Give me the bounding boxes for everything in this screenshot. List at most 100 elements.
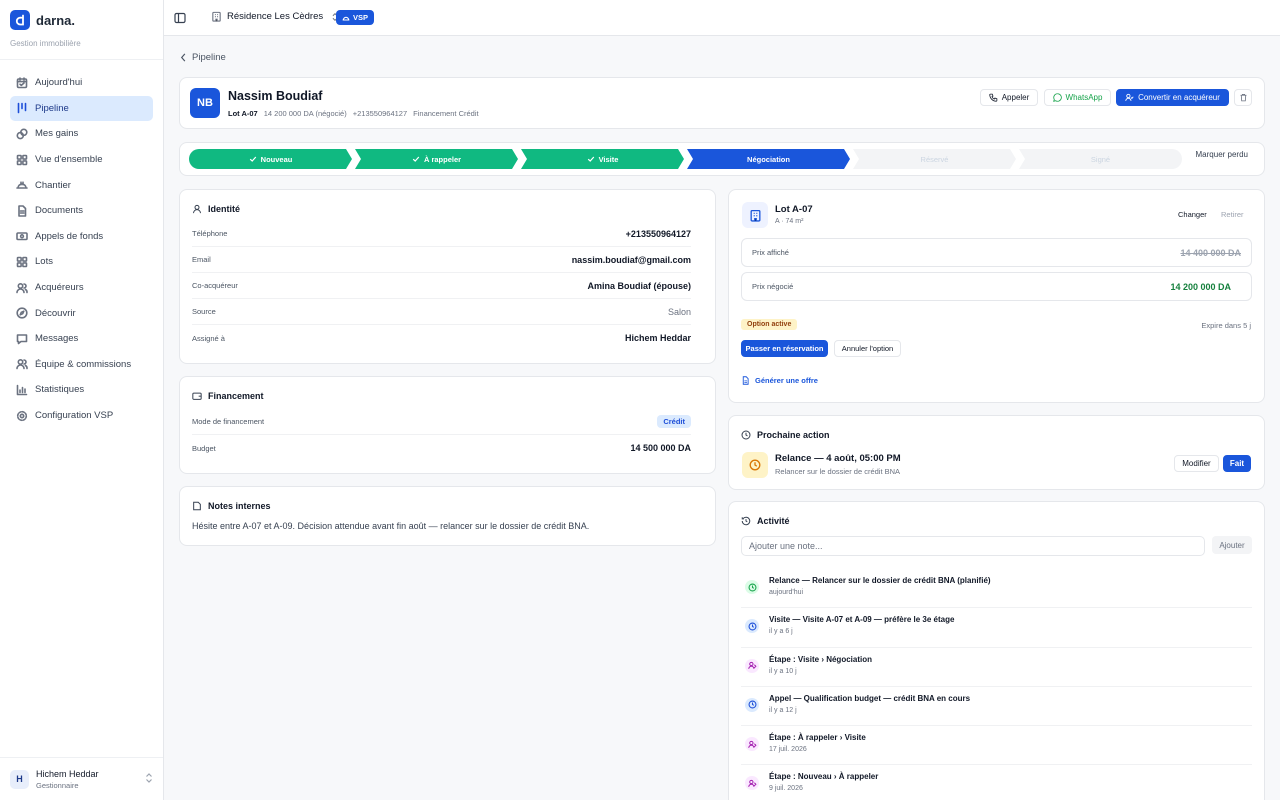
sidebar-item-pipeline[interactable]: Pipeline xyxy=(10,95,153,122)
sidebar-toggle-button[interactable] xyxy=(174,12,186,24)
activity-item: Relance — Relancer sur le dossier de cré… xyxy=(741,569,1252,609)
user-menu[interactable]: H Hichem Heddar Gestionnaire xyxy=(0,757,163,800)
convert-buyer-label: Convertir en acquéreur xyxy=(1138,93,1220,102)
financing-card: Financement Mode de financement Crédit Bu… xyxy=(179,376,716,474)
stage-step-visite[interactable]: Visite xyxy=(521,149,684,169)
sidebar-item-fund-calls[interactable]: Appels de fonds xyxy=(10,224,153,250)
sidebar-item-label: Messages xyxy=(35,333,79,345)
whatsapp-button[interactable]: WhatsApp xyxy=(1044,89,1111,106)
activity-item: Étape : Nouveau › À rappeler 9 juil. 202… xyxy=(741,765,1252,800)
sidebar-nav: Aujourd'hui Pipeline Mes gains Vue d'ens… xyxy=(10,70,153,428)
field-label: Assigné à xyxy=(192,333,225,343)
sidebar-item-worksite[interactable]: Chantier xyxy=(10,172,153,198)
stage-stepper: Nouveau À rappeler Visite Négociation Ré… xyxy=(179,142,1265,176)
sidebar-item-label: Mes gains xyxy=(35,128,79,140)
building-icon xyxy=(742,202,768,228)
sidebar-item-label: Pipeline xyxy=(35,102,69,114)
option-expiry: Expire dans 5 j xyxy=(1201,321,1251,330)
notes-title: Notes internes xyxy=(192,501,271,511)
next-action-name: Relance — 4 août, 05:00 PM xyxy=(775,453,901,464)
field-value: 14 500 000 DA xyxy=(630,443,691,453)
stage-step-negociation[interactable]: Négociation xyxy=(687,149,850,169)
field-label: Mode de financement xyxy=(192,417,265,426)
sidebar-item-messages[interactable]: Messages xyxy=(10,326,153,352)
financing-row-mode: Mode de financement Crédit xyxy=(192,409,691,435)
card-title-label: Financement xyxy=(208,391,264,401)
sidebar-item-gains[interactable]: Mes gains xyxy=(10,121,153,147)
identity-row-email: Email nassim.boudiaf@gmail.com xyxy=(192,247,691,273)
sidebar-item-team[interactable]: Équipe & commissions xyxy=(10,352,153,378)
add-note-input[interactable]: Ajouter une note... xyxy=(741,536,1205,556)
sidebar-item-buyers[interactable]: Acquéreurs xyxy=(10,275,153,301)
convert-buyer-button[interactable]: Convertir en acquéreur xyxy=(1116,89,1229,106)
project-name: Résidence Les Cèdres xyxy=(227,11,324,22)
edit-action-button[interactable]: Modifier xyxy=(1174,455,1219,472)
field-value[interactable]: nassim.boudiaf@gmail.com xyxy=(572,255,691,265)
stage-step-a-rappeler[interactable]: À rappeler xyxy=(355,149,518,169)
negotiated-price-box[interactable]: Prix négocié 14 200 000 DA xyxy=(741,272,1252,301)
notes-text[interactable]: Hésite entre A-07 et A-09. Décision atte… xyxy=(192,521,589,531)
delete-button[interactable] xyxy=(1234,89,1252,106)
sidebar-item-today[interactable]: Aujourd'hui xyxy=(10,70,153,96)
pipeline-icon xyxy=(17,103,27,114)
prospect-phone: +213550964127 xyxy=(352,109,408,118)
call-button[interactable]: Appeler xyxy=(980,89,1038,106)
banknote-icon xyxy=(16,232,28,241)
prospect-price: 14 200 000 DA (négocié) xyxy=(263,109,347,118)
cancel-option-button[interactable]: Annuler l'option xyxy=(834,340,901,357)
sidebar-item-overview[interactable]: Vue d'ensemble xyxy=(10,147,153,173)
field-value: Amina Boudiaf (épouse) xyxy=(587,280,691,291)
breadcrumb[interactable]: Pipeline xyxy=(180,52,226,63)
stage-step-reserve[interactable]: Réservé xyxy=(853,149,1016,169)
activity-title: Activité xyxy=(741,516,790,526)
user-arrow-icon xyxy=(745,737,759,752)
field-value[interactable]: +213550964127 xyxy=(626,229,691,239)
sidebar-item-documents[interactable]: Documents xyxy=(10,198,153,224)
stage-step-nouveau[interactable]: Nouveau xyxy=(189,149,352,169)
negotiated-price-value[interactable]: 14 200 000 DA xyxy=(1170,282,1231,292)
field-label: Prix négocié xyxy=(752,282,794,291)
stage-label: Nouveau xyxy=(260,154,293,164)
option-status-badge: Option active xyxy=(741,319,798,330)
sidebar-item-config[interactable]: Configuration VSP xyxy=(10,403,153,429)
done-action-button[interactable]: Fait xyxy=(1223,455,1251,472)
remove-lot-button[interactable]: Retirer xyxy=(1221,210,1244,219)
field-label: Prix affiché xyxy=(752,248,789,257)
financing-title: Financement xyxy=(192,391,264,401)
check-icon xyxy=(249,155,257,163)
card-title-label: Identité xyxy=(208,204,241,214)
identity-row-phone: Téléphone +213550964127 xyxy=(192,221,691,247)
clock-icon xyxy=(741,430,751,440)
card-title-label: Activité xyxy=(757,516,790,526)
project-selector[interactable]: Résidence Les Cèdres xyxy=(211,11,339,22)
sidebar-item-lots[interactable]: Lots xyxy=(10,249,153,275)
user-check-icon xyxy=(1125,93,1134,101)
history-icon xyxy=(741,516,751,526)
financing-mode-badge: Crédit xyxy=(657,415,691,428)
prospect-avatar: NB xyxy=(190,88,220,118)
lot-subtitle: A · 74 m² xyxy=(775,218,804,225)
sidebar-item-stats[interactable]: Statistiques xyxy=(10,377,153,403)
reserve-button[interactable]: Passer en réservation xyxy=(741,340,828,357)
mark-lost-button[interactable]: Marquer perdu xyxy=(1196,150,1248,159)
app-logo[interactable]: darna. xyxy=(10,10,75,30)
call-button-label: Appeler xyxy=(1001,93,1030,102)
user-role: Gestionnaire xyxy=(36,780,79,790)
activity-item: Visite — Visite A-07 et A-09 — préfère l… xyxy=(741,608,1252,648)
grid-icon xyxy=(16,154,28,165)
sidebar-toggle-icon xyxy=(174,12,186,24)
activity-item: Étape : Visite › Négociation il y a 10 j xyxy=(741,648,1252,687)
notes-card: Notes internes Hésite entre A-07 et A-09… xyxy=(179,486,716,546)
generate-offer-link[interactable]: Générer une offre xyxy=(741,376,818,385)
stage-step-signe[interactable]: Signé xyxy=(1019,149,1182,169)
whatsapp-button-label: WhatsApp xyxy=(1065,93,1103,102)
identity-row-source: Source Salon xyxy=(192,299,691,325)
sidebar-item-discover[interactable]: Découvrir xyxy=(10,300,153,326)
chevron-left-icon xyxy=(180,53,186,62)
whatsapp-icon xyxy=(1052,93,1062,102)
activity-title: Appel — Qualification budget — crédit BN… xyxy=(769,693,971,703)
stage-label: Réservé xyxy=(920,154,949,164)
activity-time: 9 juil. 2026 xyxy=(769,785,803,793)
change-lot-button[interactable]: Changer xyxy=(1178,210,1207,219)
add-note-button[interactable]: Ajouter xyxy=(1212,536,1252,554)
